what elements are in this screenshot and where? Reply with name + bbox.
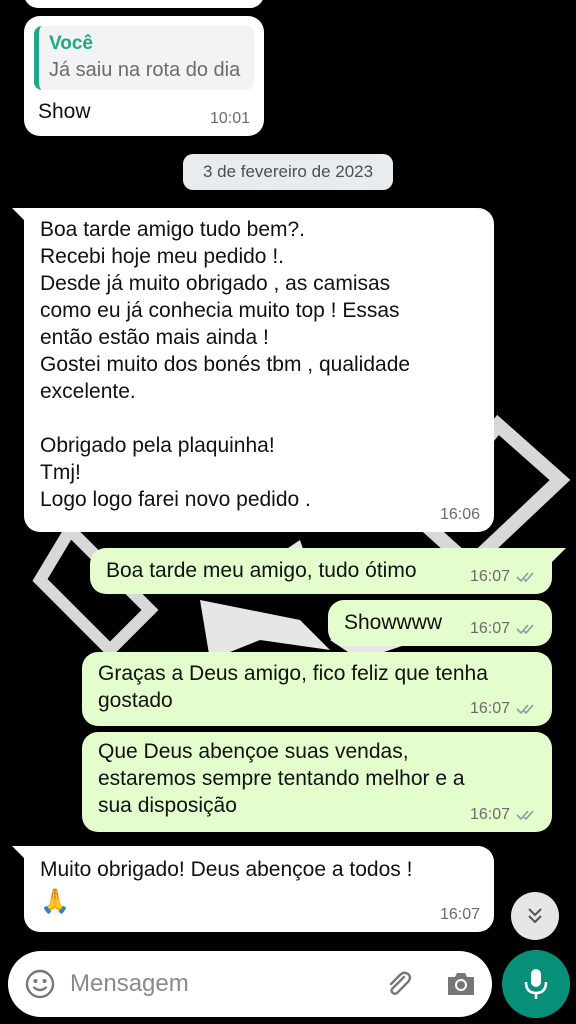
incoming-message[interactable]: Muito obrigado! Deus abençoe a todos ! 🙏… [24, 846, 494, 932]
previous-message-fragment [24, 0, 264, 8]
message-text: Boa tarde amigo tudo bem?. Recebi hoje m… [40, 218, 411, 511]
paperclip-icon[interactable] [382, 968, 414, 1000]
outgoing-message[interactable]: Showwww 16:07 [328, 600, 552, 646]
message-text: Muito obrigado! Deus abençoe a todos ! [40, 858, 413, 881]
quoted-text: Já saiu na rota do dia [49, 59, 241, 81]
message-time: 10:01 [209, 110, 250, 127]
outgoing-message[interactable]: Graças a Deus amigo, fico feliz que tenh… [82, 652, 552, 726]
quoted-message-preview[interactable]: Você Já saiu na rota do dia [34, 26, 254, 90]
quoted-author: Você [49, 33, 94, 54]
camera-icon[interactable] [444, 968, 478, 1000]
message-composer[interactable]: Mensagem [8, 951, 492, 1017]
message-input[interactable]: Mensagem [70, 970, 189, 998]
outgoing-message[interactable]: Que Deus abençoe suas vendas, estaremos … [82, 732, 552, 832]
double-check-icon [516, 704, 534, 715]
microphone-button[interactable] [502, 950, 570, 1018]
scroll-to-bottom-button[interactable] [511, 892, 559, 940]
message-time: 16:07 [470, 700, 538, 718]
microphone-icon [524, 969, 548, 999]
double-check-icon [516, 572, 534, 583]
message-time: 16:07 [470, 806, 538, 824]
message-time: 16:06 [439, 506, 480, 523]
bubble-tail [552, 548, 566, 562]
message-time: 16:07 [439, 906, 480, 923]
date-separator: 3 de fevereiro de 2023 [183, 154, 393, 190]
emoji-icon[interactable] [24, 968, 56, 1000]
double-check-icon [516, 624, 534, 635]
message-text: Show [38, 100, 91, 123]
message-time: 16:07 [470, 620, 538, 638]
quoted-reply-message[interactable]: Você Já saiu na rota do dia Show 10:01 [24, 16, 264, 136]
double-check-icon [516, 810, 534, 821]
double-chevron-down-icon [528, 908, 542, 924]
message-time: 16:07 [470, 568, 538, 586]
incoming-message[interactable]: Boa tarde amigo tudo bem?. Recebi hoje m… [24, 208, 494, 532]
praying-hands-emoji: 🙏 [40, 888, 70, 915]
outgoing-message[interactable]: Boa tarde meu amigo, tudo ótimo 16:07 [90, 548, 552, 594]
